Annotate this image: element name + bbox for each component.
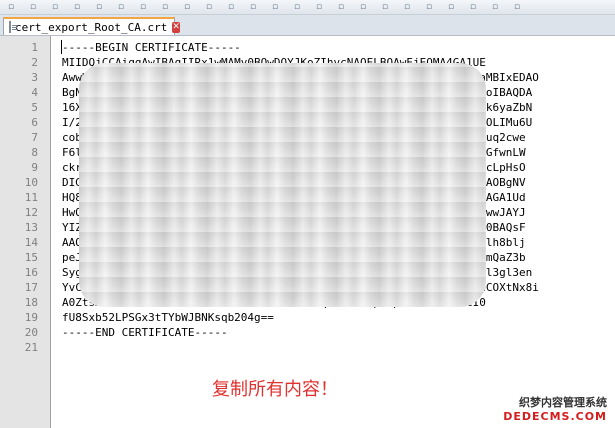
line-number: 16 xyxy=(24,266,38,279)
sync-icon[interactable]: ▫ xyxy=(356,2,370,12)
cut-icon[interactable]: ▫ xyxy=(158,2,172,12)
line-number: 10 xyxy=(24,176,38,189)
line-number: 13 xyxy=(24,221,38,234)
new-file-icon[interactable]: ▫ xyxy=(4,2,18,12)
panel-icon[interactable]: ▫ xyxy=(510,2,524,12)
line-number: 5 xyxy=(31,101,38,114)
save-icon[interactable]: ▫ xyxy=(48,2,62,12)
annotation-text: 复制所有内容！ xyxy=(212,379,338,400)
line-number: 18 xyxy=(24,296,38,309)
print-icon[interactable]: ▫ xyxy=(136,2,150,12)
macro-run-icon[interactable]: ▫ xyxy=(466,2,480,12)
tab-cert-file[interactable]: cert_export_Root_CA.crt ✕ xyxy=(3,17,180,35)
line-number: 3 xyxy=(31,71,38,84)
redaction-blur xyxy=(79,63,486,307)
tab-bar: cert_export_Root_CA.crt ✕ xyxy=(0,15,615,36)
line-number: 17 xyxy=(24,281,38,294)
line-number: 20 xyxy=(24,326,38,339)
line-number: 8 xyxy=(31,146,38,159)
line-number: 1 xyxy=(31,41,38,54)
indent-icon[interactable]: ▫ xyxy=(400,2,414,12)
replace-icon[interactable]: ▫ xyxy=(290,2,304,12)
line-number: 12 xyxy=(24,206,38,219)
line-number: 9 xyxy=(31,161,38,174)
line-number: 7 xyxy=(31,131,38,144)
line-number: 14 xyxy=(24,236,38,249)
tab-label: cert_export_Root_CA.crt xyxy=(15,20,168,34)
zoom-in-icon[interactable]: ▫ xyxy=(312,2,326,12)
close-all-icon[interactable]: ▫ xyxy=(114,2,128,12)
document-icon xyxy=(9,21,17,33)
undo-icon[interactable]: ▫ xyxy=(224,2,238,12)
code-line: fU8Sxb52LPSGx3tTYbWJBNKsqb204g== xyxy=(62,311,274,324)
find-icon[interactable]: ▫ xyxy=(268,2,282,12)
watermark-line-1: 织梦内容管理系统 xyxy=(519,396,607,409)
line-number-gutter: 1 2 3 4 5 6 7 8 9 10 11 12 13 14 15 16 17 18 19 20 21 xyxy=(0,36,51,428)
close-icon[interactable]: ✕ xyxy=(172,21,180,33)
watermark-line-2: DEDECMS.COM xyxy=(503,410,607,423)
line-number: 19 xyxy=(24,311,38,324)
line-number: 6 xyxy=(31,116,38,129)
toolbar: ▫ ▫ ▫ ▫ ▫ ▫ ▫ ▫ ▫ ▫ ▫ ▫ ▫ ▫ ▫ ▫ ▫ ▫ ▫ ▫ ▫ ▫ ▫ ▫ xyxy=(0,0,615,15)
open-icon[interactable]: ▫ xyxy=(26,2,40,12)
zoom-out-icon[interactable]: ▫ xyxy=(334,2,348,12)
macro-record-icon[interactable]: ▫ xyxy=(422,2,436,12)
line-number: 2 xyxy=(31,56,38,69)
line-number: 4 xyxy=(31,86,38,99)
site-watermark: 织梦内容管理系统 DEDECMS.COM xyxy=(503,394,607,423)
line-number: 21 xyxy=(24,341,38,354)
macro-play-icon[interactable]: ▫ xyxy=(444,2,458,12)
wrap-icon[interactable]: ▫ xyxy=(378,2,392,12)
macro-save-icon[interactable]: ▫ xyxy=(488,2,502,12)
line-number: 15 xyxy=(24,251,38,264)
code-line: -----BEGIN CERTIFICATE----- xyxy=(62,41,241,54)
save-all-icon[interactable]: ▫ xyxy=(70,2,84,12)
paste-icon[interactable]: ▫ xyxy=(202,2,216,12)
copy-icon[interactable]: ▫ xyxy=(180,2,194,12)
code-line: -----END CERTIFICATE----- xyxy=(62,326,228,339)
redo-icon[interactable]: ▫ xyxy=(246,2,260,12)
close-icon[interactable]: ▫ xyxy=(92,2,106,12)
line-number: 11 xyxy=(24,191,38,204)
